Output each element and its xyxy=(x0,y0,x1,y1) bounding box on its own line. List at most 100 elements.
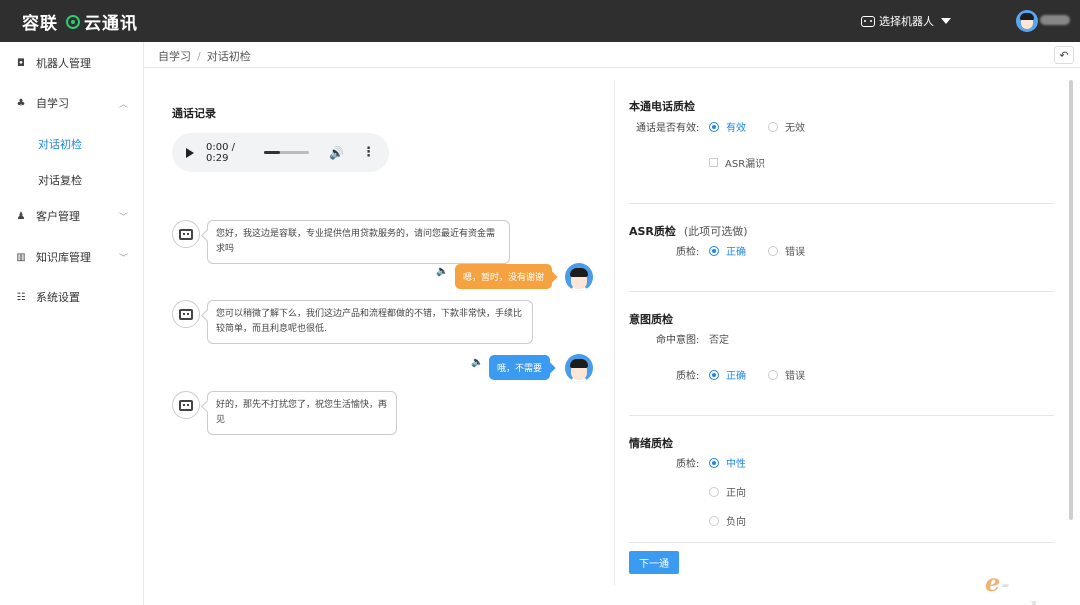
radio-label: 正向 xyxy=(726,488,746,499)
radio-asr-correct[interactable]: 正确 xyxy=(709,243,746,258)
robot-icon xyxy=(179,308,193,320)
watermark-logo: e-works xyxy=(985,568,1080,605)
breadcrumb-parent[interactable]: 自学习 xyxy=(158,50,191,63)
back-button[interactable]: ↶ xyxy=(1054,46,1074,64)
play-audio-icon[interactable]: 🔈 xyxy=(436,266,448,277)
sidebar-subitem-recheck[interactable]: 对话复检 xyxy=(38,172,82,188)
call-qc-title: 本通电话质检 xyxy=(629,100,695,113)
audio-time: 0:00 / 0:29 xyxy=(206,141,236,164)
breadcrumb-bar: 自学习 / 对话初检 ↶ xyxy=(144,42,1080,68)
emotion-qc-title: 情绪质检 xyxy=(629,437,673,450)
knowledge-icon: ▥ xyxy=(16,251,26,263)
asr-qc-label: 质检: xyxy=(676,247,700,258)
user-avatar[interactable] xyxy=(1016,10,1038,32)
asr-qc-note: (此项可选做) xyxy=(683,225,748,238)
robot-icon xyxy=(861,15,875,27)
sidebar-item-robot-management[interactable]: ◘ 机器人管理 xyxy=(0,48,144,78)
valid-call-label: 通话是否有效: xyxy=(636,123,700,134)
breadcrumb: 自学习 / 对话初检 xyxy=(158,48,251,64)
radio-label: 无效 xyxy=(785,123,805,134)
sidebar-item-self-learning[interactable]: ♣ 自学习 ︿ xyxy=(0,88,144,118)
sidebar-item-label: 系统设置 xyxy=(36,291,80,304)
chevron-down-icon: ﹀ xyxy=(118,212,128,223)
back-arrow-icon: ↶ xyxy=(1059,48,1069,62)
breadcrumb-separator: / xyxy=(197,50,201,63)
settings-icon: ☷ xyxy=(16,291,26,303)
chevron-up-icon: ︿ xyxy=(118,99,128,110)
caret-down-icon xyxy=(941,18,951,24)
chevron-down-icon: ﹀ xyxy=(118,253,128,264)
asr-qc-title: ASR质检 (此项可选做) xyxy=(629,223,748,239)
divider xyxy=(629,203,1054,204)
breadcrumb-current: 对话初检 xyxy=(206,50,251,63)
radio-invalid[interactable]: 无效 xyxy=(768,119,805,134)
bot-message-1: 您好，我这边是容联，专业提供信用贷款服务的，请问您最近有资金需求吗 xyxy=(207,220,510,264)
sidebar-item-system-settings[interactable]: ☷ 系统设置 xyxy=(0,282,144,312)
divider xyxy=(629,415,1054,416)
top-bar: 容联 云通讯 选择机器人 xyxy=(0,0,1080,42)
checkbox-label: ASR漏识 xyxy=(725,159,766,170)
radio-label: 错误 xyxy=(785,247,805,258)
bot-message-2: 您可以稍微了解下么，我们这边产品和流程都做的不错，下款非常快，手续比较简单，而且… xyxy=(207,300,533,344)
next-call-button[interactable]: 下一通 xyxy=(629,551,679,574)
sidebar-item-customer-management[interactable]: ♟ 客户管理 ﹀ xyxy=(0,201,144,231)
learn-icon: ♣ xyxy=(16,97,26,109)
audio-player: 0:00 / 0:29 🔊 ⋮ xyxy=(172,133,389,172)
bot-avatar xyxy=(172,300,200,328)
radio-emotion-neutral[interactable]: 中性 xyxy=(709,455,746,470)
brand-ring-icon xyxy=(66,14,80,29)
sidebar-item-label: 机器人管理 xyxy=(36,57,91,70)
play-audio-icon[interactable]: 🔈 xyxy=(471,357,483,368)
robot-icon: ◘ xyxy=(17,57,25,69)
asr-missing-checkbox[interactable]: ASR漏识 xyxy=(709,155,765,170)
brand-logo: 容联 云通讯 xyxy=(22,9,138,34)
radio-intent-correct[interactable]: 正确 xyxy=(709,367,746,382)
play-icon[interactable] xyxy=(186,147,194,158)
sidebar-item-label: 自学习 xyxy=(36,97,69,110)
bot-message-3: 好的，那先不打扰您了，祝您生活愉快，再见 xyxy=(207,391,397,435)
robot-icon xyxy=(179,399,193,411)
volume-icon[interactable]: 🔊 xyxy=(329,146,344,160)
robot-icon xyxy=(179,228,193,240)
call-record-title: 通话记录 xyxy=(172,107,216,120)
customer-avatar xyxy=(565,354,593,382)
brand-left: 容联 xyxy=(22,14,58,34)
radio-emotion-positive[interactable]: 正向 xyxy=(709,484,746,499)
radio-label: 中性 xyxy=(726,459,746,470)
radio-label: 正确 xyxy=(726,247,746,258)
intent-qc-title: 意图质检 xyxy=(629,313,673,326)
radio-label: 负向 xyxy=(726,517,746,528)
robot-select-label: 选择机器人 xyxy=(879,15,934,28)
customer-avatar xyxy=(565,263,593,291)
sidebar-item-label: 客户管理 xyxy=(36,210,80,223)
user-message-2: 哦，不需要 xyxy=(489,355,551,380)
user-message-1: 嗯，暂时，没有谢谢 xyxy=(455,264,553,289)
audio-progress-fill xyxy=(263,151,280,154)
radio-label: 错误 xyxy=(785,371,805,382)
customers-icon: ♟ xyxy=(16,210,26,222)
bot-avatar xyxy=(172,391,200,419)
user-name-blurred[interactable] xyxy=(1040,15,1070,25)
sidebar-item-label: 知识库管理 xyxy=(36,251,91,264)
more-options-icon[interactable]: ⋮ xyxy=(362,145,375,160)
radio-valid[interactable]: 有效 xyxy=(709,119,746,134)
sidebar-item-knowledge-management[interactable]: ▥ 知识库管理 ﹀ xyxy=(0,242,144,272)
radio-intent-wrong[interactable]: 错误 xyxy=(768,367,805,382)
hit-intent-value: 否定 xyxy=(709,335,729,346)
watermark-e: e xyxy=(985,568,1002,597)
emotion-qc-label: 质检: xyxy=(676,459,700,470)
bot-avatar xyxy=(172,220,200,248)
robot-select-dropdown[interactable]: 选择机器人 xyxy=(861,13,951,29)
radio-emotion-negative[interactable]: 负向 xyxy=(709,513,746,528)
audio-progress-slider[interactable] xyxy=(263,151,310,154)
sidebar-subitem-initial-check[interactable]: 对话初检 xyxy=(38,136,82,152)
hit-intent-label: 命中意图: xyxy=(656,335,700,346)
radio-label: 正确 xyxy=(726,371,746,382)
sidebar: ◘ 机器人管理 ♣ 自学习 ︿ 对话初检 对话复检 ♟ 客户管理 ﹀ ▥ 知识库… xyxy=(0,42,144,605)
radio-asr-wrong[interactable]: 错误 xyxy=(768,243,805,258)
divider xyxy=(629,291,1054,292)
asr-qc-title-text: ASR质检 xyxy=(629,225,676,238)
panel-scrollbar[interactable] xyxy=(1069,80,1073,520)
brand-right: 云通讯 xyxy=(84,14,138,34)
intent-qc-label: 质检: xyxy=(676,371,700,382)
